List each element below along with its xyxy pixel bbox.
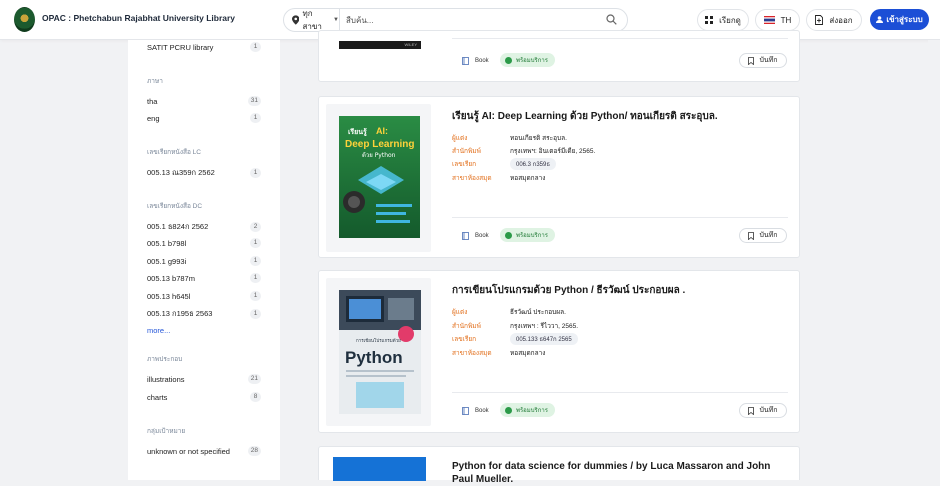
map-pin-icon: [292, 15, 300, 25]
browse-label: เรียกดู: [719, 15, 741, 25]
facet-item[interactable]: 005.1 g993i 1: [147, 256, 261, 266]
author-label: ผู้แต่ง: [452, 309, 468, 316]
facet-item[interactable]: illustrations 21: [147, 374, 261, 384]
facet-item[interactable]: 005.13 b787m 1: [147, 273, 261, 283]
facet-heading-illustration: ภาพประกอบ: [147, 356, 183, 363]
format-badge: Book: [462, 57, 489, 65]
check-circle-icon: [505, 56, 512, 64]
login-button[interactable]: เข้าสู่ระบบ: [870, 9, 929, 30]
branch-selector[interactable]: ทุกสาขา ▼: [284, 9, 340, 31]
browse-button[interactable]: เรียกดู: [697, 9, 749, 31]
publisher-value: กรุงเทพฯ: อินเตอร์มีเดีย, 2565.: [510, 148, 596, 155]
bookmark-icon: [748, 56, 755, 65]
result-card: เรียนรู้ AI: Deep Learning ด้วย Python เ…: [318, 96, 800, 258]
svg-text:Python: Python: [345, 348, 403, 367]
cover-ai-deep-learning: เรียนรู้ AI: Deep Learning ด้วย Python: [339, 116, 420, 238]
location-value: หอสมุดกลาง: [510, 350, 546, 357]
availability-badge: พร้อมบริการ: [500, 403, 555, 417]
facet-item[interactable]: SATIT PCRU library 1: [147, 42, 261, 52]
save-button[interactable]: บันทึก: [739, 403, 787, 418]
svg-text:เรียนรู้: เรียนรู้: [348, 127, 367, 137]
filter-sidebar: SATIT PCRU library 1 ภาษา tha 31 eng 1 เลขเ…: [128, 40, 280, 480]
call-number-value: 005.133 ธ647ก 2565: [510, 333, 578, 345]
search-input[interactable]: [346, 12, 586, 28]
call-number-label: เลขเรียก: [452, 336, 477, 343]
grid-icon: [705, 16, 714, 24]
facet-item[interactable]: 005.13 h645l 1: [147, 291, 261, 301]
publisher-label: สำนักพิมพ์: [452, 148, 481, 155]
result-card: Python for data science for dummies / by…: [318, 446, 800, 485]
facet-item[interactable]: 005.13 ณ359ก 2562 1: [147, 167, 261, 179]
language-label: TH: [780, 15, 792, 25]
facet-item[interactable]: tha 31: [147, 96, 261, 106]
export-label: ส่งออก: [829, 15, 853, 25]
publisher-label: สำนักพิมพ์: [452, 323, 481, 330]
facet-heading-dc: เลขเรียกหนังสือ DC: [147, 203, 203, 210]
book-icon: [462, 407, 469, 415]
availability-badge: พร้อมบริการ: [500, 228, 555, 242]
login-label: เข้าสู่ระบบ: [886, 15, 923, 24]
save-button[interactable]: บันทึก: [739, 53, 787, 68]
facet-item[interactable]: 005.13 ก195ธ 2563 1: [147, 308, 261, 320]
user-icon: [876, 16, 884, 23]
result-card: WILEY Book พร้อมบริการ บันทึก: [318, 30, 800, 82]
search-icon[interactable]: [606, 14, 617, 25]
thai-flag-icon: [763, 16, 775, 24]
format-badge: Book: [462, 232, 489, 240]
svg-text:Deep Learning: Deep Learning: [345, 139, 414, 150]
author-value[interactable]: ธีรวัฒน์ ประกอบผล.: [510, 307, 566, 317]
more-link[interactable]: more...: [147, 326, 170, 335]
svg-text:AI:: AI:: [376, 126, 388, 136]
cover-python-programming: การเขียนโปรแกรมด้วย Python: [339, 290, 421, 414]
save-button[interactable]: บันทึก: [739, 228, 787, 243]
bookmark-icon: [748, 231, 755, 240]
book-cover[interactable]: เรียนรู้ AI: Deep Learning ด้วย Python: [326, 104, 431, 252]
book-cover[interactable]: การเขียนโปรแกรมด้วย Python: [326, 278, 431, 426]
scrollbar[interactable]: [928, 40, 940, 480]
call-number-label: เลขเรียก: [452, 161, 477, 168]
author-value[interactable]: ทอนเกียรติ สระอุบล.: [510, 133, 567, 143]
publisher-value: กรุงเทพฯ : รีไววา, 2565.: [510, 323, 579, 330]
location-value: หอสมุดกลาง: [510, 175, 546, 182]
book-icon: [462, 232, 469, 240]
result-title[interactable]: Python for data science for dummies / by…: [452, 460, 782, 486]
availability-badge: พร้อมบริการ: [500, 53, 555, 67]
facet-item[interactable]: 005.1 ธ824ก 2562 2: [147, 221, 261, 233]
location-label: สาขาห้องสมุด: [452, 175, 492, 182]
book-cover[interactable]: [333, 457, 426, 481]
bookmark-icon: [748, 406, 755, 415]
format-badge: Book: [462, 407, 489, 415]
location-label: สาขาห้องสมุด: [452, 350, 492, 357]
result-title[interactable]: การเขียนโปรแกรมด้วย Python / ธีรวัฒน์ ปร…: [452, 284, 685, 297]
svg-text:การเขียนโปรแกรมด้วย: การเขียนโปรแกรมด้วย: [356, 337, 401, 344]
facet-heading-audience: กลุ่มเป้าหมาย: [147, 428, 186, 435]
language-button[interactable]: TH: [755, 9, 800, 31]
facet-item[interactable]: eng 1: [147, 113, 261, 123]
result-title[interactable]: เรียนรู้ AI: Deep Learning ด้วย Python/ …: [452, 110, 718, 123]
book-cover[interactable]: WILEY: [339, 41, 421, 49]
check-circle-icon: [505, 406, 512, 414]
result-card: การเขียนโปรแกรมด้วย Python การเขียนโปรแก…: [318, 270, 800, 433]
facet-item[interactable]: 005.1 b798l 1: [147, 238, 261, 248]
facet-heading-language: ภาษา: [147, 78, 163, 85]
svg-text:ด้วย Python: ด้วย Python: [362, 152, 396, 159]
book-icon: [462, 57, 469, 65]
file-export-icon: [815, 15, 824, 25]
call-number-value: 006.3 ก359ธ: [510, 158, 556, 170]
facet-item[interactable]: charts 8: [147, 392, 261, 402]
university-logo-icon[interactable]: [14, 7, 35, 32]
facet-item[interactable]: unknown or not specified 28: [147, 446, 261, 456]
export-button[interactable]: ส่งออก: [806, 9, 862, 31]
facet-heading-lc: เลขเรียกหนังสือ LC: [147, 149, 201, 156]
site-title[interactable]: OPAC : Phetchabun Rajabhat University Li…: [42, 13, 235, 23]
check-circle-icon: [505, 231, 512, 239]
author-label: ผู้แต่ง: [452, 135, 468, 142]
search-bar: ทุกสาขา ▼: [283, 8, 628, 32]
chevron-down-icon: ▼: [333, 17, 339, 23]
